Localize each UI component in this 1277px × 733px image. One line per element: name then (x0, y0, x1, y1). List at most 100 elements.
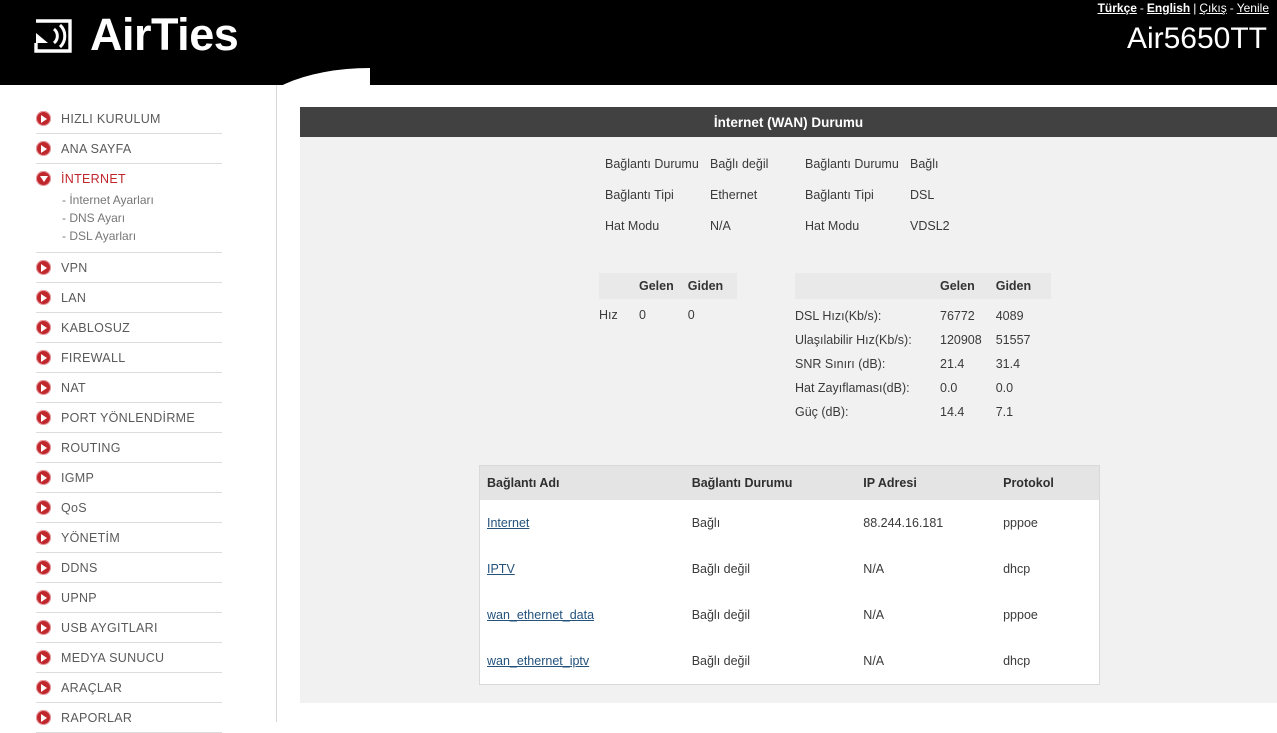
throughput-table: Gelen Giden Hız 0 0 (599, 273, 738, 322)
row-label: Ulaşılabilir Hız(Kb/s): (795, 333, 912, 347)
brand-logo[interactable]: AirTies (30, 9, 239, 60)
sidebar-item-usb-aygitlari[interactable]: USB AYGITLARI (36, 613, 222, 643)
sidebar-item-kablosuz[interactable]: KABLOSUZ (36, 313, 222, 343)
status-label: Bağlantı Tipi (605, 188, 674, 202)
brand-name: AirTies (90, 9, 239, 60)
status-row: Bağlantı Tipi Ethernet (605, 188, 805, 219)
cell-in: 21.4 (940, 357, 965, 371)
protocol-cell: pppoe (1003, 592, 1099, 638)
chevron-right-icon[interactable] (36, 680, 51, 695)
connection-status-cell: Bağlı değil (691, 638, 864, 684)
chevron-right-icon[interactable] (36, 410, 51, 425)
sidebar-item-raporlar[interactable]: RAPORLAR (36, 703, 222, 733)
chevron-right-icon[interactable] (36, 620, 51, 635)
chevron-right-icon[interactable] (36, 440, 51, 455)
chevron-down-icon[interactable] (36, 171, 51, 186)
connection-name-cell: wan_ethernet_iptv (480, 638, 692, 684)
sidebar-item-medya-sunucu[interactable]: MEDYA SUNUCU (36, 643, 222, 673)
chevron-right-icon[interactable] (36, 350, 51, 365)
sidebar: HIZLI KURULUM ANA SAYFA İNTERNET - İnternet… (0, 85, 277, 733)
chevron-right-icon[interactable] (36, 380, 51, 395)
language-link-english[interactable]: English (1147, 1, 1190, 15)
sidebar-item-label: ROUTING (61, 440, 121, 455)
connection-link[interactable]: wan_ethernet_data (487, 608, 594, 622)
status-row: Bağlantı Durumu Bağlı değil (605, 157, 805, 188)
table-header-row: Gelen Giden (795, 273, 1051, 299)
chevron-right-icon[interactable] (36, 260, 51, 275)
column-header (599, 273, 639, 299)
header-swoosh-decoration (250, 68, 370, 85)
sidebar-item-igmp[interactable]: IGMP (36, 463, 222, 493)
language-link-turkish[interactable]: Türkçe (1098, 1, 1137, 15)
sidebar-item-qos[interactable]: QoS (36, 493, 222, 523)
sidebar-item-yöneti̇m[interactable]: YÖNETİM (36, 523, 222, 553)
table-row: wan_ethernet_iptv Bağlı değil N/A dhcp (480, 638, 1099, 684)
cell-out: 0 (687, 308, 695, 322)
cell-out: 51557 (995, 333, 1031, 347)
sidebar-item-firewall[interactable]: FIREWALL (36, 343, 222, 373)
wan-status-dsl: Bağlantı Durumu Bağlı Bağlantı Tipi DSL Hat … (805, 157, 1005, 250)
sidebar-item-vpn[interactable]: VPN (36, 253, 222, 283)
sidebar-item-row: UPNP (36, 590, 222, 605)
connection-link[interactable]: wan_ethernet_iptv (487, 654, 589, 668)
column-header: Bağlantı Adı (480, 466, 692, 500)
chevron-right-icon[interactable] (36, 290, 51, 305)
sidebar-item-ana-sayfa[interactable]: ANA SAYFA (36, 134, 222, 164)
refresh-link[interactable]: Yenile (1237, 1, 1269, 15)
connection-link[interactable]: Internet (487, 516, 529, 530)
row-label: Hat Zayıflaması(dB): (795, 381, 910, 395)
sidebar-subitem[interactable]: - DNS Ayarı (62, 209, 222, 227)
chevron-right-icon[interactable] (36, 500, 51, 515)
sidebar-subitem[interactable]: - İnternet Ayarları (62, 191, 222, 209)
column-header: Protokol (1003, 466, 1099, 500)
chevron-right-icon[interactable] (36, 470, 51, 485)
connections-table-wrapper: Bağlantı Adı Bağlantı Durumu IP Adresi Prot… (479, 465, 1100, 685)
sidebar-menu: HIZLI KURULUM ANA SAYFA İNTERNET - İnternet… (36, 104, 222, 733)
sidebar-item-label: FIREWALL (61, 350, 126, 365)
sidebar-item-nat[interactable]: NAT (36, 373, 222, 403)
protocol-cell: dhcp (1003, 546, 1099, 592)
chevron-right-icon[interactable] (36, 650, 51, 665)
connection-link[interactable]: IPTV (487, 562, 515, 576)
sidebar-item-lan[interactable]: LAN (36, 283, 222, 313)
chevron-right-icon[interactable] (36, 530, 51, 545)
sidebar-item-port-yönlendi̇rme[interactable]: PORT YÖNLENDİRME (36, 403, 222, 433)
sidebar-item-row: IGMP (36, 470, 222, 485)
status-value: N/A (710, 219, 731, 233)
sidebar-item-araçlar[interactable]: ARAÇLAR (36, 673, 222, 703)
table-row: DSL Hızı(Kb/s): 76772 4089 (795, 299, 1051, 323)
cell-out: 4089 (995, 309, 1024, 323)
chevron-right-icon[interactable] (36, 590, 51, 605)
sidebar-item-i̇nternet[interactable]: İNTERNET - İnternet Ayarları - DNS Ayarı - … (36, 164, 222, 253)
connections-table-head: Bağlantı Adı Bağlantı Durumu IP Adresi Prot… (480, 466, 1099, 500)
status-row: Bağlantı Durumu Bağlı (805, 157, 1005, 188)
column-header: Gelen (940, 273, 996, 299)
chevron-right-icon[interactable] (36, 710, 51, 725)
sidebar-item-upnp[interactable]: UPNP (36, 583, 222, 613)
wan-status-blocks: Bağlantı Durumu Bağlı değil Bağlantı Tipi E… (605, 157, 1005, 250)
sidebar-item-routing[interactable]: ROUTING (36, 433, 222, 463)
throughput-table: Gelen Giden Hız 0 0 (599, 273, 738, 322)
protocol-cell: pppoe (1003, 500, 1099, 546)
connections-table-body: Internet Bağlı 88.244.16.181 pppoe IPTV Bağlı… (480, 500, 1099, 684)
column-header: Giden (687, 273, 738, 299)
page-header: AirTies Türkçe - English | Çıkış - Yenile Air5… (0, 0, 1277, 85)
table-row: SNR Sınırı (dB): 21.4 31.4 (795, 347, 1051, 371)
cell-in: 76772 (940, 309, 975, 323)
chevron-right-icon[interactable] (36, 111, 51, 126)
logout-link[interactable]: Çıkış (1199, 1, 1226, 15)
cell-in: 120908 (940, 333, 982, 347)
connection-status-cell: Bağlı değil (691, 592, 864, 638)
status-row: Hat Modu VDSL2 (805, 219, 1005, 250)
sidebar-item-ddns[interactable]: DDNS (36, 553, 222, 583)
sidebar-item-row: FIREWALL (36, 350, 222, 365)
chevron-right-icon[interactable] (36, 560, 51, 575)
sidebar-subitem[interactable]: - DSL Ayarları (62, 227, 222, 245)
chevron-right-icon[interactable] (36, 320, 51, 335)
chevron-right-icon[interactable] (36, 141, 51, 156)
page-title: İnternet (WAN) Durumu (300, 107, 1277, 137)
status-row: Hat Modu N/A (605, 219, 805, 250)
sidebar-item-hizli-kurulum[interactable]: HIZLI KURULUM (36, 104, 222, 134)
sidebar-item-label: QoS (61, 500, 87, 515)
sidebar-item-label: USB AYGITLARI (61, 620, 158, 635)
